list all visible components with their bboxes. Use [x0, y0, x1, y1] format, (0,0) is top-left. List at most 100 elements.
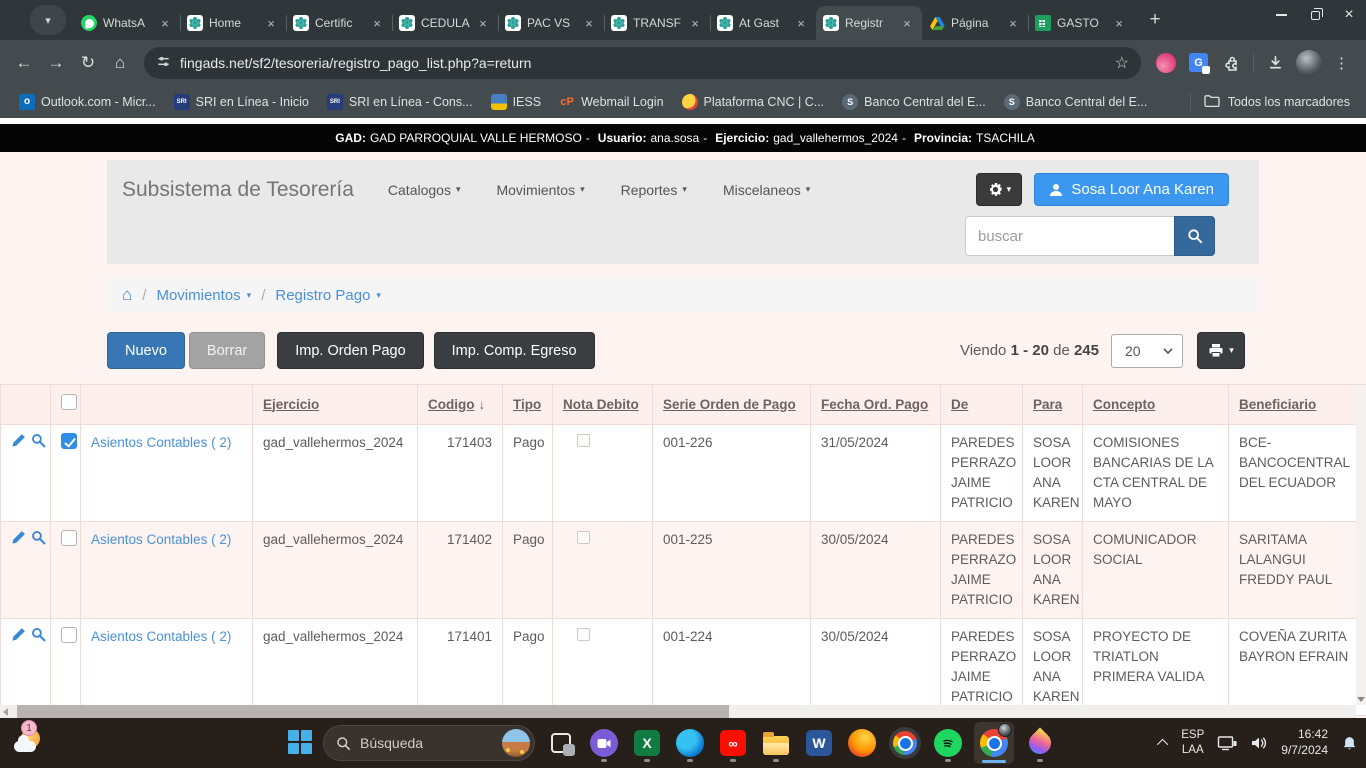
notification-bell-icon[interactable] — [1341, 735, 1358, 752]
acrobat-button[interactable]: ∞ — [716, 722, 750, 764]
view-magnifier-icon[interactable] — [31, 530, 46, 551]
asientos-contables-link[interactable]: Asientos Contables ( 2) — [91, 532, 231, 547]
col-ejercicio[interactable]: Ejercicio — [253, 385, 418, 425]
search-submit-button[interactable] — [1174, 216, 1215, 256]
col-concepto[interactable]: Concepto — [1083, 385, 1229, 425]
nota-debito-checkbox[interactable] — [577, 531, 590, 544]
col-de[interactable]: De — [941, 385, 1023, 425]
tab-whatsapp[interactable]: WhatsA× — [74, 6, 180, 40]
weather-widget[interactable]: 1 — [12, 726, 46, 758]
chrome-active-button[interactable] — [974, 722, 1014, 764]
taskbar-search[interactable]: Búsqueda — [323, 725, 535, 761]
imp-orden-pago-button[interactable]: Imp. Orden Pago — [277, 332, 423, 369]
file-explorer-button[interactable] — [759, 722, 793, 764]
tab-registro-active[interactable]: Registr× — [816, 6, 922, 40]
firefox-button[interactable] — [845, 722, 879, 764]
col-fecha-ord[interactable]: Fecha Ord. Pago — [811, 385, 941, 425]
col-codigo[interactable]: Codigo↓ — [418, 385, 503, 425]
asientos-contables-link[interactable]: Asientos Contables ( 2) — [91, 629, 231, 644]
settings-gear-button[interactable]: ▾ — [976, 173, 1022, 206]
site-settings-icon[interactable] — [156, 54, 171, 72]
translate-icon[interactable]: G — [1182, 47, 1215, 79]
back-button[interactable]: ← — [8, 47, 40, 79]
nuevo-button[interactable]: Nuevo — [107, 332, 185, 369]
extension-pink-icon[interactable] — [1149, 47, 1182, 79]
close-tab-icon[interactable]: × — [475, 15, 491, 31]
tab-pagina-drive[interactable]: Página× — [922, 6, 1028, 40]
col-para[interactable]: Para — [1023, 385, 1083, 425]
row-checkbox[interactable] — [61, 627, 77, 643]
address-bar[interactable]: fingads.net/sf2/tesoreria/registro_pago_… — [144, 47, 1141, 79]
col-nota-debito[interactable]: Nota Debito — [553, 385, 653, 425]
close-tab-icon[interactable]: × — [687, 15, 703, 31]
menu-movimientos[interactable]: Movimientos▾ — [496, 182, 584, 198]
new-tab-button[interactable]: + — [1140, 5, 1170, 35]
bookmark-iess[interactable]: IESS — [482, 94, 551, 110]
close-window-button[interactable]: × — [1332, 0, 1366, 30]
user-button[interactable]: Sosa Loor Ana Karen — [1034, 173, 1229, 206]
menu-catalogos[interactable]: Catalogos▾ — [388, 182, 461, 198]
vertical-scrollbar[interactable] — [1356, 385, 1366, 705]
close-tab-icon[interactable]: × — [581, 15, 597, 31]
col-serie-orden[interactable]: Serie Orden de Pago — [653, 385, 811, 425]
search-input[interactable] — [965, 216, 1175, 256]
all-bookmarks[interactable]: Todos los marcadores — [1185, 93, 1356, 111]
imp-comp-egreso-button[interactable]: Imp. Comp. Egreso — [434, 332, 595, 369]
edit-pencil-icon[interactable] — [11, 530, 26, 551]
tray-clock[interactable]: 16:429/7/2024 — [1281, 727, 1328, 758]
bookmark-sri-inicio[interactable]: SRISRI en Línea - Inicio — [165, 94, 318, 110]
word-button[interactable]: W — [802, 722, 836, 764]
bookmark-outlook[interactable]: oOutlook.com - Micr... — [10, 94, 165, 110]
tab-gastos-sheet[interactable]: GASTO× — [1028, 6, 1134, 40]
nota-debito-checkbox[interactable] — [577, 434, 590, 447]
close-tab-icon[interactable]: × — [157, 15, 173, 31]
nota-debito-checkbox[interactable] — [577, 628, 590, 641]
restore-button[interactable] — [1298, 0, 1332, 30]
start-button[interactable] — [288, 730, 314, 756]
page-size-select[interactable]: 20 — [1111, 334, 1183, 368]
tab-transferencias[interactable]: TRANSF× — [604, 6, 710, 40]
home-button[interactable]: ⌂ — [104, 47, 136, 79]
row-checkbox[interactable] — [61, 530, 77, 546]
display-cast-icon[interactable] — [1217, 735, 1237, 752]
spotify-button[interactable] — [931, 722, 965, 764]
print-button[interactable]: ▾ — [1197, 332, 1245, 369]
home-icon[interactable]: ⌂ — [122, 285, 132, 305]
scroll-left-arrow[interactable] — [3, 708, 8, 716]
volume-icon[interactable] — [1250, 735, 1268, 751]
video-app-button[interactable] — [587, 722, 621, 764]
reload-button[interactable]: ↻ — [72, 47, 104, 79]
bookmark-cnc[interactable]: Plataforma CNC | C... — [673, 94, 834, 110]
forward-button[interactable]: → — [40, 47, 72, 79]
tab-home[interactable]: Home× — [180, 6, 286, 40]
tab-search-button[interactable]: ▾ — [30, 5, 66, 35]
language-indicator[interactable]: ESPLAA — [1181, 728, 1204, 758]
edit-pencil-icon[interactable] — [11, 627, 26, 648]
col-beneficiario[interactable]: Beneficiario — [1229, 385, 1366, 425]
close-tab-icon[interactable]: × — [1005, 15, 1021, 31]
downloads-icon[interactable] — [1259, 47, 1292, 79]
menu-reportes[interactable]: Reportes▾ — [621, 182, 687, 198]
excel-button[interactable]: X — [630, 722, 664, 764]
tab-cedula[interactable]: CEDULA× — [392, 6, 498, 40]
row-checkbox[interactable] — [61, 433, 77, 449]
asientos-contables-link[interactable]: Asientos Contables ( 2) — [91, 435, 231, 450]
bookmark-bce-2[interactable]: SBanco Central del E... — [995, 94, 1157, 110]
close-tab-icon[interactable]: × — [263, 15, 279, 31]
bookmark-webmail[interactable]: cPWebmail Login — [550, 94, 672, 110]
scroll-down-arrow[interactable] — [1357, 697, 1365, 702]
browser-menu-kebab[interactable]: ⋮ — [1325, 47, 1358, 79]
rainmeter-drop-button[interactable] — [1023, 722, 1057, 764]
bookmark-star-icon[interactable]: ☆ — [1115, 53, 1129, 73]
edge-button[interactable] — [673, 722, 707, 764]
horizontal-scroll-thumb[interactable] — [17, 705, 729, 718]
minimize-button[interactable] — [1264, 0, 1298, 30]
col-tipo[interactable]: Tipo — [503, 385, 553, 425]
edit-pencil-icon[interactable] — [11, 433, 26, 454]
task-view-button[interactable] — [544, 722, 578, 764]
close-tab-icon[interactable]: × — [369, 15, 385, 31]
tab-pac[interactable]: PAC VS× — [498, 6, 604, 40]
borrar-button[interactable]: Borrar — [189, 332, 265, 369]
close-tab-icon[interactable]: × — [793, 15, 809, 31]
profile-avatar[interactable] — [1292, 47, 1325, 79]
